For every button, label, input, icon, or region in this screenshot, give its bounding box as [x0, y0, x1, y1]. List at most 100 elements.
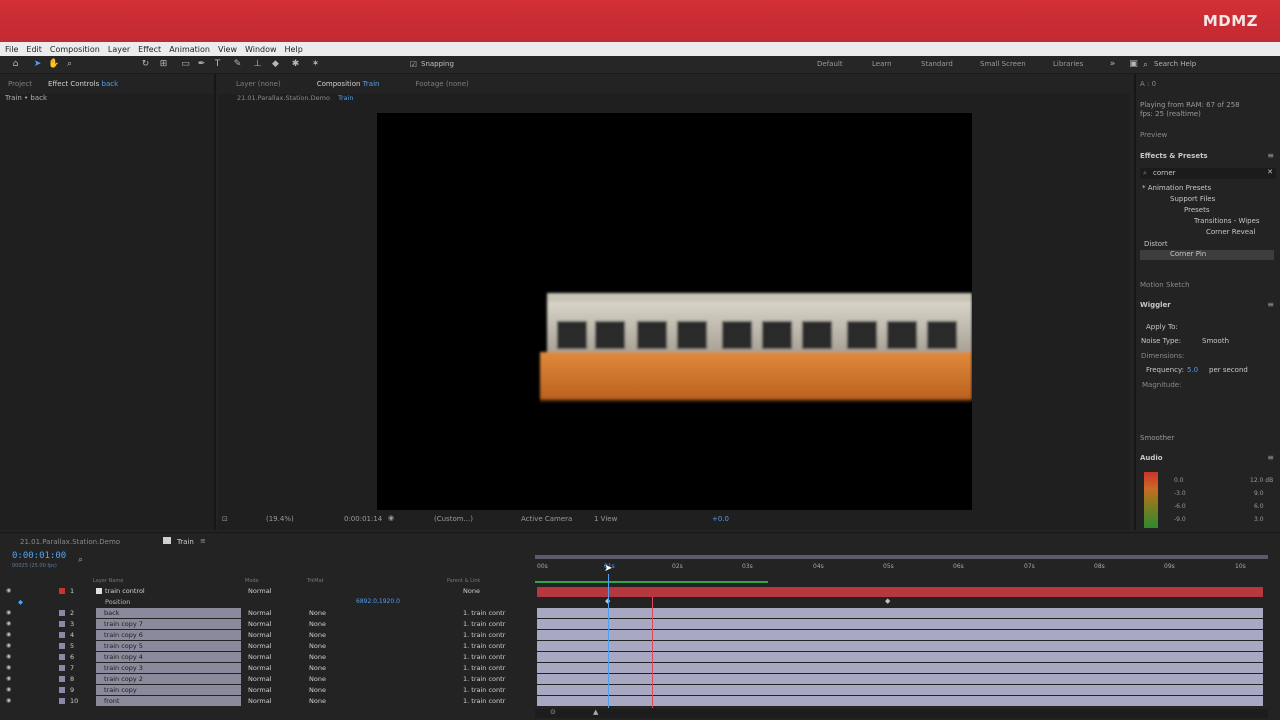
track-bar[interactable]: [537, 619, 1263, 629]
layer-trkmat[interactable]: None: [309, 697, 326, 705]
tree-support-files[interactable]: Support Files: [1170, 195, 1280, 203]
layer-parent[interactable]: None: [463, 587, 480, 595]
type-tool-icon[interactable]: T: [212, 59, 223, 70]
eye-icon[interactable]: ◉: [6, 653, 11, 660]
snapping-checkbox-icon[interactable]: ☑: [408, 59, 419, 70]
tab-composition[interactable]: Composition Train: [309, 80, 388, 88]
layer-mode[interactable]: Normal: [248, 620, 272, 628]
timeline-search-icon[interactable]: ⌕: [78, 555, 83, 565]
layer-name[interactable]: train control: [105, 587, 145, 595]
tab-footage[interactable]: Footage (none): [407, 80, 476, 88]
track-bar[interactable]: [537, 630, 1263, 640]
effects-menu-icon[interactable]: ≡: [1267, 151, 1274, 160]
magnification-icon[interactable]: ⊡: [222, 515, 228, 523]
label-color[interactable]: [59, 654, 65, 660]
layer-name[interactable]: train copy 5: [104, 642, 143, 650]
audio-header[interactable]: Audio: [1140, 454, 1276, 462]
label-color[interactable]: [59, 676, 65, 682]
layer-trkmat[interactable]: None: [309, 686, 326, 694]
menu-window[interactable]: Window: [244, 45, 278, 54]
track-bar[interactable]: [537, 663, 1263, 673]
eye-icon[interactable]: ◉: [6, 642, 11, 649]
track-bar[interactable]: [537, 685, 1263, 695]
clone-tool-icon[interactable]: ⊥: [252, 59, 263, 70]
brush-tool-icon[interactable]: ✎: [232, 59, 243, 70]
breadcrumb-project[interactable]: 21.01.Parallax.Station.Demo: [237, 94, 330, 102]
tab-project[interactable]: Project: [0, 80, 40, 88]
keyframe-nav-icon[interactable]: ◆: [18, 598, 23, 606]
preview-header[interactable]: Preview: [1140, 131, 1276, 139]
rectangle-tool-icon[interactable]: ▭: [180, 59, 191, 70]
menu-file[interactable]: File: [4, 45, 19, 54]
viewer-timecode[interactable]: 0:00:01:14: [344, 515, 382, 523]
layer-name[interactable]: back: [104, 609, 119, 617]
work-area-bar[interactable]: [535, 555, 1268, 559]
track-bar[interactable]: [537, 674, 1263, 684]
workspace-small-screen[interactable]: Small Screen: [980, 60, 1026, 68]
layer-row[interactable]: ◉ 10 front Normal None 1. train contr: [0, 696, 533, 707]
chevron-right-icon[interactable]: »: [1107, 59, 1118, 70]
timeline-timecode[interactable]: 0:00:01:00: [12, 551, 66, 561]
tree-corner-pin[interactable]: Corner Pin: [1140, 250, 1274, 260]
layer-mode[interactable]: Normal: [248, 609, 272, 617]
layer-row[interactable]: ◉ 5 train copy 5 Normal None 1. train co…: [0, 641, 533, 652]
time-ruler[interactable]: 00s 01s 02s 03s 04s 05s 06s 07s 08s 09s …: [535, 561, 1268, 573]
track-bar[interactable]: [537, 608, 1263, 618]
zoom-dropdown[interactable]: (19.4%): [266, 515, 294, 523]
layer-parent[interactable]: 1. train contr: [463, 631, 505, 639]
layer-name[interactable]: train copy 2: [104, 675, 143, 683]
zoom-tool-icon[interactable]: ⌕: [64, 59, 75, 70]
effects-search-field[interactable]: ⌕ corner ✕: [1140, 168, 1276, 179]
exposure-value[interactable]: +0.0: [712, 515, 729, 523]
col-mode[interactable]: Mode: [245, 578, 259, 584]
layer-parent[interactable]: 1. train contr: [463, 686, 505, 694]
layer-name[interactable]: front: [104, 697, 119, 705]
clear-search-icon[interactable]: ✕: [1267, 168, 1273, 176]
workspace-learn[interactable]: Learn: [872, 60, 892, 68]
label-color[interactable]: [59, 698, 65, 704]
tree-corner-reveal[interactable]: Corner Reveal: [1206, 228, 1280, 236]
layer-row[interactable]: ◉ 2 back Normal None 1. train contr: [0, 608, 533, 619]
layer-parent[interactable]: 1. train contr: [463, 697, 505, 705]
eye-icon[interactable]: ◉: [6, 587, 11, 594]
eye-icon[interactable]: ◉: [6, 664, 11, 671]
layer-name[interactable]: train copy 3: [104, 664, 143, 672]
current-time-indicator[interactable]: [608, 574, 609, 708]
property-row-position[interactable]: ◆ Position 6892.0,1920.0: [0, 597, 533, 608]
workspace-icon[interactable]: ▣: [1128, 59, 1139, 70]
camera-tool-icon[interactable]: ⊞: [158, 59, 169, 70]
layer-row[interactable]: ◉ 3 train copy 7 Normal None 1. train co…: [0, 619, 533, 630]
layer-parent[interactable]: 1. train contr: [463, 620, 505, 628]
layer-trkmat[interactable]: None: [309, 664, 326, 672]
timeline-zoom-bar[interactable]: ⊙ ▲: [535, 708, 1268, 718]
layer-trkmat[interactable]: None: [309, 653, 326, 661]
layer-mode[interactable]: Normal: [248, 697, 272, 705]
track-bar[interactable]: [537, 641, 1263, 651]
layer-mode[interactable]: Normal: [248, 631, 272, 639]
keyframe-end-icon[interactable]: ◆: [885, 597, 890, 605]
layer-row[interactable]: ◉ 7 train copy 3 Normal None 1. train co…: [0, 663, 533, 674]
eye-icon[interactable]: ◉: [6, 697, 11, 704]
layer-mode[interactable]: Normal: [248, 587, 272, 595]
col-trkmat[interactable]: TrkMat: [307, 578, 324, 584]
layer-parent[interactable]: 1. train contr: [463, 642, 505, 650]
track-bar-train-control[interactable]: [537, 587, 1263, 597]
layer-trkmat[interactable]: None: [309, 631, 326, 639]
tab-train-timeline[interactable]: Train: [177, 538, 194, 546]
timeline-menu-icon[interactable]: ≡: [200, 537, 206, 545]
selection-tool-icon[interactable]: ➤: [32, 59, 43, 70]
wiggler-menu-icon[interactable]: ≡: [1267, 300, 1274, 309]
workspace-default[interactable]: Default: [817, 60, 843, 68]
pen-tool-icon[interactable]: ✒: [196, 59, 207, 70]
view-layout-dropdown[interactable]: 1 View: [594, 515, 617, 523]
workspace-standard[interactable]: Standard: [921, 60, 953, 68]
home-icon[interactable]: ⌂: [10, 59, 21, 70]
label-color[interactable]: [59, 621, 65, 627]
label-color[interactable]: [59, 610, 65, 616]
noise-type-dropdown[interactable]: Smooth: [1202, 337, 1268, 345]
layer-mode[interactable]: Normal: [248, 664, 272, 672]
layer-name[interactable]: train copy 4: [104, 653, 143, 661]
layer-trkmat[interactable]: None: [309, 642, 326, 650]
tree-distort[interactable]: Distort: [1144, 240, 1280, 248]
snapshot-icon[interactable]: ◉: [388, 514, 394, 522]
